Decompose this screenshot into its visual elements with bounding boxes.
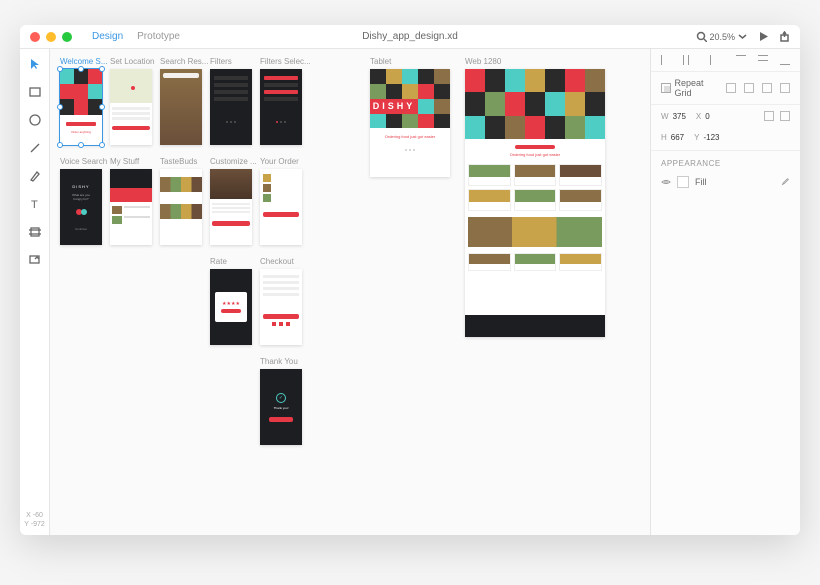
pen-tool[interactable] [28,169,42,183]
artboard-voice[interactable]: DISHY What are youhungry for? Continue [60,169,102,245]
play-icon[interactable] [758,31,769,42]
artboard-tablet[interactable]: DISHY Ordering food just got easier [370,69,450,177]
ellipse-tool[interactable] [28,113,42,127]
artboard-search[interactable] [160,69,202,145]
artboard-filters-sel[interactable] [260,69,302,145]
artboard-thankyou[interactable]: ✓ Thank you! [260,369,302,445]
repeat-grid-icon [661,83,671,93]
x-field[interactable]: X0 [696,111,710,121]
artboard-label-checkout[interactable]: Checkout [260,257,294,266]
tab-design[interactable]: Design [92,31,123,42]
svg-text:T: T [31,199,38,210]
fill-label: Fill [695,177,707,187]
search-icon [696,31,707,42]
maximize-icon[interactable] [62,32,72,42]
height-field[interactable]: H667 [661,133,684,142]
zoom-control[interactable]: 20.5% [696,31,748,42]
artboard-label-search[interactable]: Search Res... [160,57,208,66]
inspector-panel: Repeat Grid W375 X0 H667 Y-123 APPEARANC… [650,49,800,535]
artboard-label-voice[interactable]: Voice Search [60,157,107,166]
appearance-section: APPEARANCE [651,151,800,172]
rectangle-tool[interactable] [28,85,42,99]
repeat-grid-button[interactable]: Repeat Grid [661,78,720,98]
width-field[interactable]: W375 [661,111,686,121]
artboard-label-filters[interactable]: Filters [210,57,232,66]
artboard-welcome[interactable]: Order anything [60,69,102,145]
tool-palette: T X -60 Y -972 [20,49,50,535]
artboard-web[interactable]: Ordering food just got easier [465,69,605,337]
artboard-label-tablet[interactable]: Tablet [370,57,391,66]
align-controls[interactable] [661,55,790,65]
artboard-label-thankyou[interactable]: Thank You [260,357,298,366]
artboard-tool[interactable] [28,225,42,239]
document-title: Dishy_app_design.xd [362,31,458,42]
artboard-label-setlocation[interactable]: Set Location [110,57,154,66]
visibility-toggle[interactable] [661,177,671,187]
share-icon[interactable] [779,31,790,42]
artboard-customize[interactable] [210,169,252,245]
artboard-filters[interactable] [210,69,252,145]
artboard-rate[interactable]: ★★★★ [210,269,252,345]
artboard-label-tastebuds[interactable]: TasteBuds [160,157,197,166]
artboard-checkout[interactable] [260,269,302,345]
text-tool[interactable]: T [28,197,42,211]
fill-swatch[interactable] [677,176,689,188]
artboard-label-welcome[interactable]: Welcome S... [60,57,107,66]
y-field[interactable]: Y-123 [694,133,719,142]
artboard-label-filters-sel[interactable]: Filters Selec... [260,57,311,66]
zoom-value: 20.5% [709,32,735,42]
canvas-coordinates: X -60 Y -972 [24,511,45,535]
select-tool[interactable] [28,57,42,71]
artboard-label-web[interactable]: Web 1280 [465,57,501,66]
zoom-tool[interactable] [28,253,42,267]
artboard-setlocation[interactable] [110,69,152,145]
canvas[interactable]: Welcome S... Order anything Set Location [50,49,650,535]
minimize-icon[interactable] [46,32,56,42]
artboard-label-order[interactable]: Your Order [260,157,299,166]
artboard-label-rate[interactable]: Rate [210,257,227,266]
artboard-tastebuds[interactable] [160,169,202,245]
boolean-ops[interactable] [726,83,790,93]
close-icon[interactable] [30,32,40,42]
tab-prototype[interactable]: Prototype [137,31,180,42]
artboard-label-customize[interactable]: Customize ... [210,157,257,166]
artboard-order[interactable] [260,169,302,245]
flip-v-icon [780,111,790,121]
artboard-mystuff[interactable] [110,169,152,245]
line-tool[interactable] [28,141,42,155]
chevron-down-icon [737,31,748,42]
eyedropper-icon[interactable] [780,177,790,187]
window-controls[interactable] [30,32,72,42]
flip-h-icon [764,111,774,121]
flip-controls[interactable] [764,111,790,121]
artboard-label-mystuff[interactable]: My Stuff [110,157,139,166]
